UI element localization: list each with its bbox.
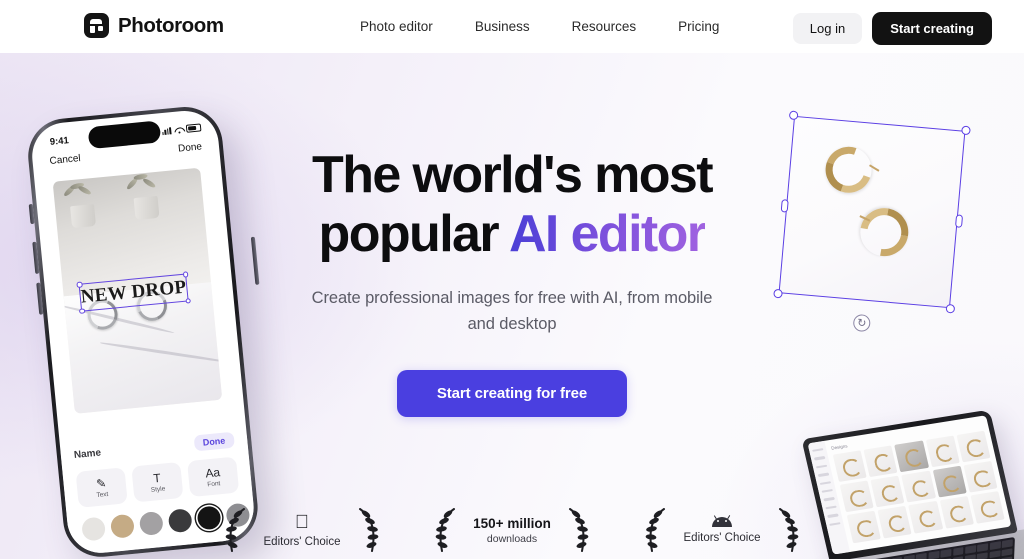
main-nav: Photo editor Business Resources Pricing (360, 19, 719, 34)
gallery-item (932, 465, 967, 498)
subtitle-line-1: Create professional images for free with… (311, 288, 713, 307)
gallery-item (894, 440, 929, 473)
tool-style-label: Style (150, 484, 166, 494)
cta-wrapper: Start creating for free (0, 370, 1024, 418)
subtitle-line-2: and desktop (467, 314, 557, 333)
cellular-signal-icon (161, 126, 172, 135)
handle-top-right[interactable] (961, 125, 971, 136)
tool-text[interactable]: ✎ Text (75, 467, 128, 508)
start-creating-for-free-button[interactable]: Start creating for free (396, 370, 628, 418)
tool-style[interactable]: T Style (131, 461, 184, 503)
tool-panel-done-button[interactable]: Done (193, 431, 235, 452)
tool-text-label: Text (96, 490, 109, 499)
award-downloads: 150+ million downloads (434, 507, 590, 553)
page-title: The world's most popular AI editor (0, 146, 1024, 264)
laurel-left-icon (645, 508, 665, 552)
award-android-editors-choice: Editors' Choice (644, 507, 800, 553)
laurel-right-icon (359, 508, 379, 552)
award-body: Editors' Choice (679, 515, 765, 544)
tool-row: ✎ Text T Style Aa Font (75, 456, 240, 508)
award-body: 150+ million downloads (469, 516, 555, 545)
nav-item-pricing[interactable]: Pricing (678, 19, 719, 34)
header-actions: Log in Start creating (792, 12, 992, 45)
apple-logo-icon:  (295, 513, 309, 532)
logo-dot (97, 25, 103, 31)
font-icon: Aa (204, 464, 221, 481)
hero-copy: The world's most popular AI editor Creat… (0, 146, 1024, 418)
pencil-icon: ✎ (95, 475, 107, 491)
downloads-label: downloads (486, 532, 538, 545)
award-apple-editors-choice:  Editors' Choice (224, 507, 380, 553)
gallery-item (870, 475, 905, 508)
tool-font[interactable]: Aa Font (187, 456, 240, 498)
photoroom-logo-icon (84, 13, 109, 38)
laurel-left-icon (225, 508, 245, 552)
headline-accent: AI editor (508, 204, 707, 263)
laurel-left-icon (435, 508, 455, 552)
laurel-right-icon (779, 508, 799, 552)
page-root: Photoroom Photo editor Business Resource… (0, 0, 1024, 559)
award-body:  Editors' Choice (259, 513, 345, 548)
awards-row:  Editors' Choice (0, 507, 1024, 553)
status-icons (161, 123, 202, 135)
brand-name: Photoroom (118, 13, 224, 37)
nav-item-business[interactable]: Business (475, 19, 530, 34)
award-label: Editors' Choice (683, 532, 761, 544)
android-logo-icon (712, 515, 732, 527)
gallery-item (863, 445, 898, 478)
battery-icon (185, 123, 202, 133)
tool-font-label: Font (206, 479, 221, 488)
gallery-item (832, 450, 867, 483)
hero-subtitle: Create professional images for free with… (0, 285, 1024, 338)
headline-line-1: The world's most (312, 146, 714, 204)
brand-logo[interactable]: Photoroom (84, 13, 224, 38)
text-style-icon: T (152, 470, 162, 486)
gallery-item (901, 470, 936, 503)
site-header: Photoroom Photo editor Business Resource… (0, 0, 1024, 53)
gallery-item (956, 430, 991, 463)
gallery-item (925, 435, 960, 468)
nav-item-photo-editor[interactable]: Photo editor (360, 19, 433, 34)
tool-panel-label: Name (73, 446, 102, 461)
wifi-icon (174, 126, 184, 134)
downloads-count: 150+ million (473, 515, 551, 531)
hero-section: 9:41 Cancel Done NEW DROP Name Done ✎ Te… (0, 53, 1024, 559)
headline-line-2-plain: popular (318, 204, 509, 263)
nav-item-resources[interactable]: Resources (572, 19, 637, 34)
login-button[interactable]: Log in (792, 13, 863, 44)
laurel-right-icon (569, 508, 589, 552)
award-label: Editors' Choice (263, 526, 341, 548)
start-creating-button[interactable]: Start creating (872, 12, 992, 45)
gallery-item (963, 461, 998, 493)
